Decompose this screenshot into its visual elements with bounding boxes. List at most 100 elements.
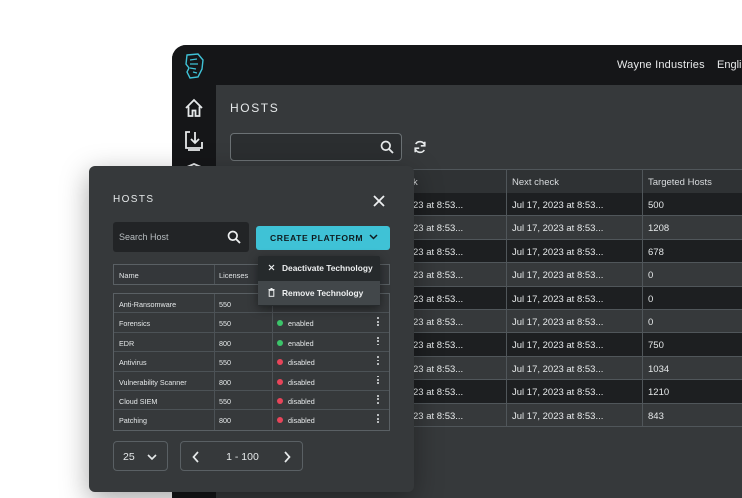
- page-title: HOSTS: [230, 101, 280, 115]
- last-check-cell: 23 at 8:53...: [413, 270, 464, 282]
- next-check-cell: Jul 17, 2023 at 8:53...: [512, 200, 604, 211]
- language-selector[interactable]: Engli: [717, 59, 741, 71]
- next-check-cell: Jul 17, 2023 at 8:53...: [512, 340, 604, 352]
- next-check-cell: Jul 17, 2023 at 8:53...: [512, 363, 604, 375]
- technology-licenses: 550: [219, 319, 231, 329]
- targeted-hosts-cell: 0: [648, 316, 654, 328]
- technology-name: Patching: [119, 416, 147, 426]
- next-check-cell: Jul 17, 2023 at 8:53...: [512, 410, 604, 422]
- targeted-hosts-cell: 0: [648, 293, 654, 305]
- targeted-hosts-cell: 1210: [648, 387, 670, 399]
- more-options-icon[interactable]: [376, 336, 380, 348]
- last-check-cell: 23 at 8:53...: [413, 410, 464, 422]
- more-options-icon[interactable]: [376, 317, 380, 328]
- next-check-cell: Jul 17, 2023 at 8:53...: [512, 270, 604, 282]
- technology-licenses: 550: [219, 396, 231, 406]
- last-check-cell: 23 at 8:53...: [413, 363, 464, 375]
- search-input[interactable]: [230, 133, 402, 161]
- download-icon[interactable]: [183, 129, 205, 151]
- chevron-down-icon: [369, 234, 378, 240]
- deactivate-technology-label: Deactivate Technology: [282, 263, 373, 273]
- deactivate-technology-item[interactable]: Deactivate Technology: [258, 256, 380, 280]
- technology-licenses: 550: [219, 358, 231, 368]
- targeted-hosts-cell: 1208: [648, 223, 670, 235]
- list-item[interactable]: Forensics 550 enabled: [114, 313, 389, 333]
- close-icon[interactable]: [371, 193, 387, 209]
- technology-name: Forensics: [119, 319, 151, 329]
- last-check-cell: 23 at 8:53...: [413, 200, 464, 211]
- search-icon[interactable]: [380, 140, 394, 154]
- technology-name: Cloud SIEM: [119, 396, 158, 406]
- column-header-targeted-hosts[interactable]: Targeted Hosts: [648, 177, 712, 188]
- next-check-cell: Jul 17, 2023 at 8:53...: [512, 223, 604, 235]
- targeted-hosts-cell: 843: [648, 410, 664, 422]
- list-item[interactable]: Antivirus 550 disabled: [114, 352, 389, 372]
- row-context-menu: Deactivate Technology Remove Technology: [258, 256, 380, 306]
- technology-name: EDR: [119, 338, 135, 348]
- technology-licenses: 550: [219, 300, 231, 309]
- targeted-hosts-cell: 500: [648, 200, 664, 211]
- status-dot: [277, 359, 283, 366]
- company-name[interactable]: Wayne Industries: [617, 59, 705, 71]
- last-check-cell: 23 at 8:53...: [413, 293, 464, 305]
- technology-name: Antivirus: [119, 358, 147, 368]
- technology-name: Anti-Ransomware: [119, 300, 177, 309]
- create-platform-button[interactable]: CREATE PLATFORM: [256, 226, 390, 250]
- technology-licenses: 800: [219, 338, 231, 348]
- more-options-icon[interactable]: [376, 394, 380, 406]
- status-dot: [277, 378, 283, 385]
- list-item[interactable]: Vulnerability Scanner 800 disabled: [114, 371, 389, 391]
- more-options-icon[interactable]: [376, 375, 380, 387]
- close-icon: [268, 264, 275, 271]
- modal-title: HOSTS: [113, 194, 155, 205]
- status-badge: enabled: [288, 338, 314, 348]
- status-badge: enabled: [288, 319, 314, 329]
- status-dot: [277, 397, 283, 404]
- top-bar: Wayne Industries Engli: [172, 45, 742, 85]
- technology-licenses: 800: [219, 416, 231, 426]
- status-badge: disabled: [288, 416, 315, 426]
- refresh-icon[interactable]: [412, 139, 428, 155]
- technologies-table-body: Anti-Ransomware 550 Forensics 550 enabled EDR…: [113, 293, 390, 431]
- status-dot: [277, 417, 283, 424]
- home-icon[interactable]: [183, 97, 205, 119]
- remove-technology-label: Remove Technology: [282, 288, 364, 298]
- column-header-licenses[interactable]: Licenses: [219, 271, 248, 280]
- last-check-cell: 23 at 8:53...: [413, 223, 464, 235]
- next-check-cell: Jul 17, 2023 at 8:53...: [512, 293, 604, 305]
- last-check-cell: 23 at 8:53...: [413, 340, 464, 352]
- chevron-right-icon[interactable]: [283, 451, 291, 463]
- page-size-value: 25: [123, 451, 135, 463]
- list-item[interactable]: Patching 800 disabled: [114, 410, 389, 430]
- last-check-cell: 23 at 8:53...: [413, 246, 464, 258]
- search-host-field: [113, 222, 249, 252]
- status-badge: disabled: [288, 377, 315, 387]
- more-options-icon[interactable]: [376, 414, 380, 425]
- next-check-cell: Jul 17, 2023 at 8:53...: [512, 387, 604, 399]
- trash-icon: [268, 288, 275, 297]
- last-check-cell: 23 at 8:53...: [413, 387, 464, 399]
- targeted-hosts-cell: 678: [648, 246, 664, 258]
- targeted-hosts-cell: 0: [648, 270, 654, 282]
- pagination: 1 - 100: [180, 441, 303, 471]
- status-badge: disabled: [288, 358, 315, 368]
- column-header-next-check[interactable]: Next check: [512, 177, 559, 188]
- column-header-name[interactable]: Name: [119, 271, 139, 280]
- list-item[interactable]: Cloud SIEM 550 disabled: [114, 390, 389, 411]
- search-icon[interactable]: [227, 230, 241, 244]
- status-dot: [277, 339, 283, 346]
- next-check-cell: Jul 17, 2023 at 8:53...: [512, 246, 604, 258]
- more-options-icon[interactable]: [376, 356, 380, 367]
- list-item[interactable]: EDR 800 enabled: [114, 332, 389, 353]
- logo-icon: [185, 53, 204, 79]
- page-size-select[interactable]: 25: [113, 441, 168, 471]
- technology-name: Vulnerability Scanner: [119, 377, 187, 387]
- targeted-hosts-cell: 1034: [648, 363, 670, 375]
- status-dot: [277, 320, 283, 327]
- hosts-modal: HOSTS CREATE PLATFORM Name Licenses Anti…: [89, 166, 414, 492]
- remove-technology-item[interactable]: Remove Technology: [258, 281, 380, 305]
- search-host-input[interactable]: [113, 222, 223, 252]
- create-platform-label: CREATE PLATFORM: [270, 233, 364, 243]
- next-check-cell: Jul 17, 2023 at 8:53...: [512, 316, 604, 328]
- targeted-hosts-cell: 750: [648, 340, 664, 352]
